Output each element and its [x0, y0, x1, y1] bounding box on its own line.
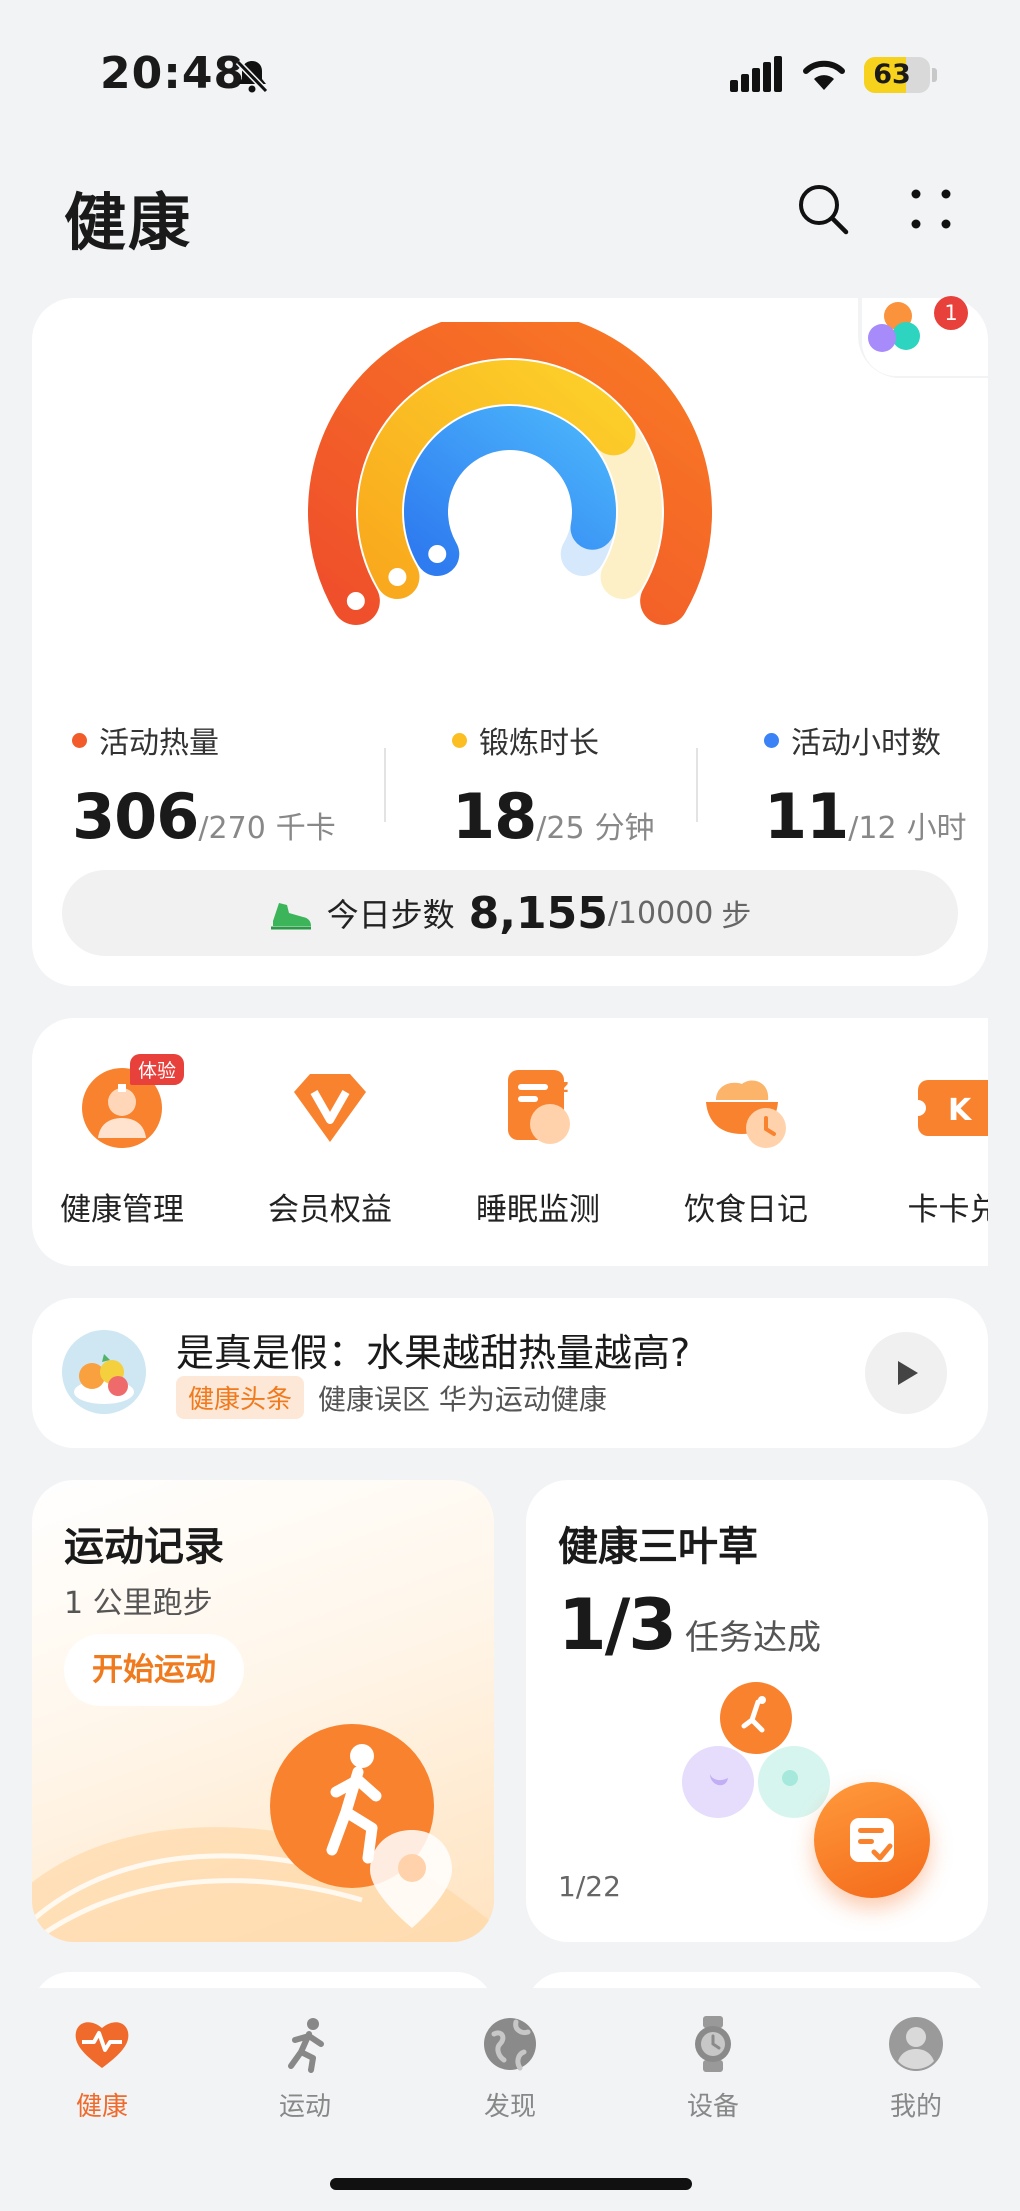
heart-pulse-icon [75, 2022, 129, 2068]
notification-badge: 1 [934, 296, 968, 330]
metric-calories-unit: 千卡 [275, 811, 336, 846]
steps-unit: 步 [721, 899, 752, 934]
nav-label: 发现 [483, 2092, 536, 2122]
nav-label: 运动 [278, 2092, 331, 2122]
search-icon[interactable] [796, 182, 850, 236]
news-title: 是真是假：水果越甜热量越高? [176, 1331, 691, 1375]
profile-icon [889, 2017, 943, 2071]
more-icon[interactable] [906, 184, 956, 234]
news-tag: 健康头条 [176, 1376, 305, 1419]
battery-tip [932, 68, 937, 82]
hours-ring-start-icon [428, 545, 447, 563]
exercise-title: 运动记录 [64, 1524, 224, 1570]
status-bar: 20:48 63 [0, 0, 1020, 150]
metric-calories-value: 306 [72, 780, 199, 853]
steps-value: 8,155 [468, 887, 608, 939]
checklist-icon [850, 1818, 894, 1862]
service-label: 会员权益 [268, 1192, 392, 1228]
battery-indicator: 63 [864, 57, 930, 93]
metric-exercise: 锻炼时长 18/25 分钟 [452, 718, 655, 853]
calories-dot [72, 732, 87, 748]
battery-percent: 63 [873, 59, 911, 90]
activity-rings-card[interactable]: 活动热量 306/270 千卡 锻炼时长 18/25 分钟 活动小时数 11/12 小… [32, 294, 992, 986]
metric-exercise-label: 锻炼时长 [479, 726, 599, 761]
metric-exercise-unit: 分钟 [594, 811, 655, 846]
metric-hours-unit: 小时 [906, 811, 967, 846]
nav-discover[interactable]: 发现 [440, 2014, 580, 2123]
clover-date: 1/22 [558, 1870, 621, 1903]
food-icon [700, 1062, 792, 1154]
home-indicator[interactable] [330, 2178, 692, 2190]
divider [384, 748, 386, 822]
service-card-exchange[interactable]: K 卡卡兑 [864, 1062, 988, 1229]
divider [696, 748, 698, 822]
metric-exercise-target: /25 [536, 811, 585, 846]
clover-progress: 1/3 任务达成 [558, 1584, 821, 1666]
service-food-diary[interactable]: 饮食日记 [656, 1062, 836, 1229]
card-icon: K [908, 1062, 988, 1154]
metric-exercise-value: 18 [452, 780, 537, 853]
steps-goal: /10000 [607, 895, 714, 931]
nav-label: 设备 [686, 2092, 739, 2122]
clover-title: 健康三叶草 [558, 1524, 758, 1570]
metric-hours-label: 活动小时数 [791, 726, 941, 761]
runner-icon [288, 2018, 324, 2073]
nav-device[interactable]: 设备 [643, 2014, 783, 2123]
svg-text:z: z [558, 1076, 568, 1097]
nav-health[interactable]: 健康 [32, 2014, 172, 2123]
metric-hours: 活动小时数 11/12 小时 [764, 718, 967, 853]
diary-button[interactable] [814, 1782, 930, 1898]
metric-calories-label: 活动热量 [99, 726, 219, 761]
service-label: 睡眠监测 [476, 1192, 600, 1228]
bell-muted-icon [235, 59, 269, 94]
watch-icon [695, 2016, 731, 2072]
nav-exercise[interactable]: 运动 [235, 2014, 375, 2123]
service-membership[interactable]: 会员权益 [240, 1062, 420, 1229]
service-label: 饮食日记 [684, 1192, 808, 1228]
service-label: 健康管理 [60, 1192, 184, 1228]
wifi-icon [803, 60, 845, 90]
nav-label: 我的 [889, 2092, 942, 2122]
news-meta: 健康误区 华为运动健康 [318, 1383, 607, 1416]
metric-calories-target: /270 [198, 811, 266, 846]
service-health-management[interactable]: 体验 健康管理 [32, 1054, 212, 1229]
health-clover-card[interactable]: 健康三叶草 1/3 任务达成 1/22 [526, 1480, 988, 1942]
status-time: 20:48 [100, 48, 246, 99]
metric-calories: 活动热量 306/270 千卡 [72, 718, 336, 853]
exercise-record-card[interactable]: 运动记录 1 公里跑步 开始运动 [32, 1480, 494, 1942]
play-icon [898, 1361, 918, 1385]
metric-hours-target: /12 [848, 811, 897, 846]
steps-label: 今日步数 [326, 896, 455, 934]
service-sleep[interactable]: z 睡眠监测 [448, 1062, 628, 1229]
service-label: 卡卡兑 [907, 1192, 989, 1228]
bubbles-icon[interactable] [856, 290, 928, 362]
clover-progress-value: 1/3 [558, 1584, 677, 1666]
page-title: 健康 [64, 186, 193, 259]
trial-tag: 体验 [130, 1054, 185, 1085]
start-exercise-button[interactable]: 开始运动 [64, 1634, 244, 1706]
services-row: 体验 健康管理 会员权益 z 睡眠监测 饮食日记 K 卡卡兑 [32, 1018, 988, 1266]
hours-dot [764, 732, 779, 748]
vip-icon [284, 1062, 376, 1154]
exercise-subtitle: 1 公里跑步 [64, 1586, 213, 1621]
nav-profile[interactable]: 我的 [846, 2014, 986, 2123]
nav-label: 健康 [75, 2092, 128, 2122]
doctor-icon: 体验 [76, 1054, 185, 1154]
exercise-dot [452, 732, 467, 748]
metric-hours-value: 11 [764, 780, 849, 853]
svg-text:K: K [948, 1093, 973, 1128]
running-track-illustration [32, 1724, 494, 1942]
globe-icon [484, 2018, 536, 2071]
clover-progress-label: 任务达成 [684, 1618, 821, 1658]
sleep-icon: z [492, 1062, 584, 1154]
shoe-icon [270, 903, 311, 930]
calories-ring-start-icon [346, 592, 365, 610]
activity-rings-chart [308, 322, 712, 625]
steps-bar[interactable]: 今日步数 8,155 /10000 步 [62, 870, 958, 956]
signal-icon [730, 56, 782, 92]
exercise-ring-start-icon [388, 568, 407, 586]
news-thumbnail [62, 1330, 146, 1414]
news-card[interactable]: 是真是假：水果越甜热量越高? 健康头条 健康误区 华为运动健康 [32, 1298, 988, 1448]
play-button[interactable] [865, 1332, 947, 1414]
